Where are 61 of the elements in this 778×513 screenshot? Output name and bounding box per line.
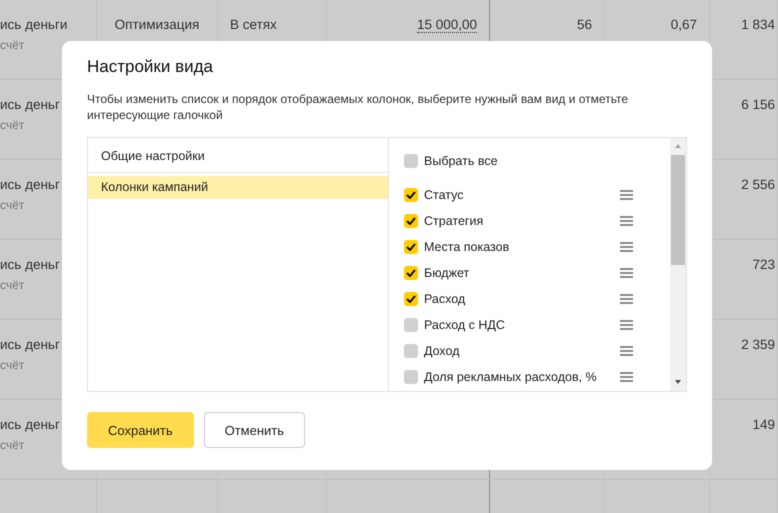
campaign-name: ись деньг: [0, 417, 60, 432]
table-cell: 723: [752, 257, 775, 272]
campaign-note: счёт: [0, 438, 24, 452]
table-cell: 2 556: [741, 177, 775, 192]
save-button[interactable]: Сохранить: [87, 412, 194, 448]
drag-handle-icon[interactable]: [620, 346, 633, 356]
settings-section[interactable]: Колонки кампаний: [88, 176, 388, 199]
checkbox[interactable]: [404, 370, 418, 384]
campaign-note: счёт: [0, 118, 24, 132]
check-icon: [406, 295, 416, 303]
drag-handle-icon[interactable]: [620, 320, 633, 330]
checkbox[interactable]: [404, 266, 418, 280]
drag-handle-icon[interactable]: [620, 372, 633, 382]
table-cell: В сетях: [230, 17, 277, 32]
check-icon: [406, 217, 416, 225]
check-icon: [406, 269, 416, 277]
check-icon: [406, 191, 416, 199]
campaign-note: счёт: [0, 278, 24, 292]
checkbox[interactable]: [404, 214, 418, 228]
dialog-title: Настройки вида: [87, 57, 214, 77]
checkbox[interactable]: [404, 318, 418, 332]
campaign-note: счёт: [0, 358, 24, 372]
table-cell: 2 359: [741, 337, 775, 352]
column-label: Статус: [424, 188, 465, 202]
drag-handle-icon[interactable]: [620, 294, 633, 304]
table-cell: 1 834: [741, 17, 775, 32]
table-cell: 0,67: [670, 17, 697, 32]
cancel-button[interactable]: Отменить: [204, 412, 306, 448]
select-all-label: Выбрать все: [424, 154, 499, 168]
checkbox[interactable]: [404, 240, 418, 254]
column-label: Стратегия: [424, 214, 484, 228]
campaign-name: ись деньг: [0, 97, 60, 112]
campaign-name: ись деньг: [0, 177, 60, 192]
checkbox[interactable]: [404, 344, 418, 358]
column-label: Бюджет: [424, 266, 470, 280]
settings-section[interactable]: Общие настройки: [88, 138, 388, 173]
drag-handle-icon[interactable]: [620, 216, 633, 226]
checkbox[interactable]: [404, 154, 418, 168]
table-cell: 149: [752, 417, 775, 432]
column-label: Расход: [424, 292, 466, 306]
drag-handle-icon[interactable]: [620, 242, 633, 252]
dialog-description: Чтобы изменить список и порядок отображаемых колонок, выберите нужный вам вид и отметьте интересующие галочкой: [87, 91, 630, 123]
column-label: Доход: [424, 344, 460, 358]
table-cell: 56: [576, 17, 592, 32]
checkbox[interactable]: [404, 188, 418, 202]
drag-handle-icon[interactable]: [620, 190, 633, 200]
checkbox[interactable]: [404, 292, 418, 306]
table-cell: Оптимизация: [114, 17, 200, 32]
scrollbar[interactable]: [670, 138, 686, 391]
campaign-name: ись деньг: [0, 257, 60, 272]
campaign-name: ись деньги: [0, 17, 68, 32]
table-cell: 6 156: [741, 97, 775, 112]
budget-link[interactable]: 15 000,00: [416, 17, 477, 33]
column-label: Расход с НДС: [424, 318, 506, 332]
campaign-note: счёт: [0, 198, 24, 212]
column-label: Места показов: [424, 240, 510, 254]
drag-handle-icon[interactable]: [620, 268, 633, 278]
check-icon: [406, 243, 416, 251]
column-label: Доля рекламных расходов, %: [424, 370, 598, 384]
campaign-note: счёт: [0, 38, 24, 52]
campaign-name: ись деньг: [0, 337, 60, 352]
